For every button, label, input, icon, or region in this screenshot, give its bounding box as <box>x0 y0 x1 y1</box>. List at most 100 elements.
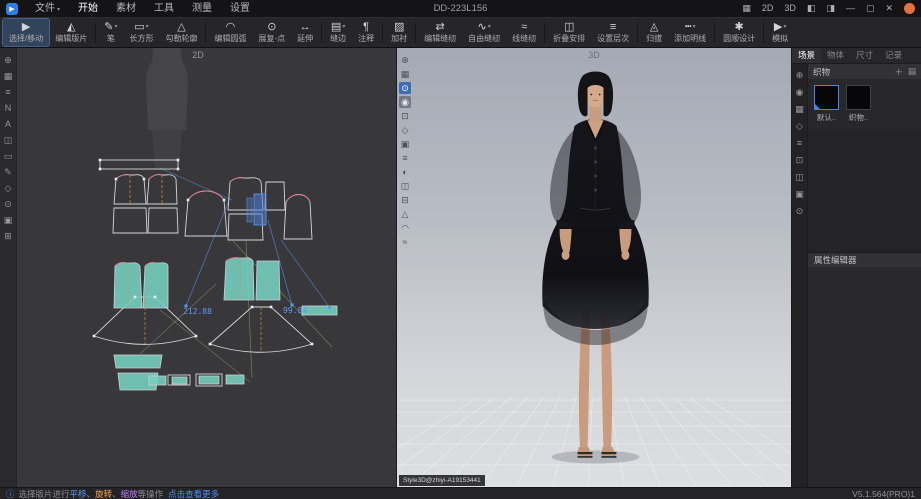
tool-勾勒轮廓[interactable]: △勾勒轮廓 <box>159 19 203 46</box>
menu-工具[interactable]: 工具 <box>145 0 183 17</box>
tool-编辑版片[interactable]: ◭编辑版片 <box>49 19 93 46</box>
fabric-3d-icon[interactable]: ◇ <box>399 124 411 136</box>
pattern-2d-view[interactable]: ⊕▦≡NA◫▭✎◇⊙▣⊞ 2D <box>0 48 396 487</box>
pose-icon[interactable]: △ <box>399 208 411 220</box>
tool-圆顺设计[interactable]: ✱圆顺设计 <box>717 19 761 46</box>
fabric-swatch[interactable] <box>846 85 871 110</box>
mirror-icon[interactable]: ◫ <box>2 134 15 146</box>
rightpanel-strip: ⊕ ◉ ▦ ◇ ≡ ⊡ ◫ ▣ ⊙ <box>792 64 808 487</box>
mirror-3d-icon[interactable]: ◫ <box>399 180 411 192</box>
main-area: ⊕▦≡NA◫▭✎◇⊙▣⊞ 2D <box>0 48 921 487</box>
tool-添加明线[interactable]: ┅▾添加明线 <box>668 19 712 46</box>
scene-fabric-icon[interactable]: ▦ <box>793 103 806 115</box>
tool-线缝纫[interactable]: ≈线缝纫 <box>506 19 542 46</box>
menu-开始[interactable]: 开始 <box>69 0 107 17</box>
pin-3d-icon[interactable]: ⊡ <box>399 110 411 122</box>
garment-3d-view[interactable]: 3D <box>396 48 791 487</box>
annotation-tool-icon[interactable]: A <box>2 118 15 130</box>
tool-模拟[interactable]: ▶▾模拟 <box>766 19 794 46</box>
tool-label: 设置层次 <box>597 34 629 44</box>
tool-缝边[interactable]: ▤▾缝边 <box>324 19 352 46</box>
tab-尺寸[interactable]: 尺寸 <box>850 48 879 63</box>
avatar-canvas[interactable] <box>397 48 791 487</box>
scene-camera-icon[interactable]: ◫ <box>793 171 806 183</box>
tool-归拔[interactable]: ◬归拔 <box>640 19 668 46</box>
hide-icon[interactable]: ⊟ <box>399 194 411 206</box>
tool-展复-点[interactable]: ⊙展复-点 <box>252 19 291 46</box>
tab-场景[interactable]: 场景 <box>792 48 821 63</box>
maximize-button[interactable]: ▢ <box>866 0 875 17</box>
app-logo-icon[interactable]: ▶ <box>6 3 18 15</box>
fabric-swatch[interactable] <box>814 85 839 110</box>
menu-文件[interactable]: 文件▾ <box>26 0 69 17</box>
tool-加衬[interactable]: ▨加衬 <box>385 19 413 46</box>
scene-light-icon[interactable]: ⊡ <box>793 154 806 166</box>
property-editor-body[interactable] <box>808 267 921 487</box>
layout-grid-icon[interactable]: ▦ <box>742 0 751 17</box>
edit-pattern-icon: ◭ <box>67 21 75 34</box>
scene-stitch-icon[interactable]: ≡ <box>793 137 806 149</box>
menu-设置[interactable]: 设置 <box>221 0 259 17</box>
pan-tool-icon[interactable]: ⊕ <box>2 54 15 66</box>
add-fabric-button[interactable]: ＋ <box>894 66 903 78</box>
fabric-view-toggle[interactable]: ▤ <box>908 66 916 78</box>
scene-misc-icon[interactable]: ⊙ <box>793 205 806 217</box>
tool-设置层次[interactable]: ≡设置层次 <box>591 19 635 46</box>
view-3d-button[interactable]: 3D <box>784 0 796 17</box>
status-text: 平移 <box>70 488 87 499</box>
layers-icon[interactable]: ⊞ <box>2 230 15 242</box>
fabric-swatch-item[interactable]: 默认.. <box>814 85 839 123</box>
tab-记录[interactable]: 记录 <box>879 48 908 63</box>
scene-trim-icon[interactable]: ◇ <box>793 120 806 132</box>
scene-avatar-icon[interactable]: ⊕ <box>793 69 806 81</box>
notch-icon[interactable]: N <box>2 102 15 114</box>
pattern-teal-pieces[interactable] <box>114 258 337 390</box>
select-3d-icon[interactable]: ⊕ <box>399 54 411 66</box>
fold-arrange-icon: ◫ <box>564 21 574 34</box>
tool-编辑圆弧[interactable]: ◠编辑圆弧 <box>208 19 252 46</box>
tool-自由缝纫[interactable]: ∿▾自由缝纫 <box>462 19 506 46</box>
tool-label: 延伸 <box>297 34 313 44</box>
pin-icon[interactable]: ⊙ <box>2 198 15 210</box>
minimize-button[interactable]: — <box>846 0 855 17</box>
wind-icon[interactable]: ≈ <box>399 236 411 248</box>
show-avatar-icon[interactable]: ⊙ <box>399 82 411 94</box>
tool-选择/移动[interactable]: ▶选择/移动 <box>3 19 49 46</box>
texture-3d-icon[interactable]: ▣ <box>399 138 411 150</box>
rect-select-icon[interactable]: ▭ <box>2 150 15 162</box>
texture-icon[interactable]: ▣ <box>2 214 15 226</box>
grid-snap-icon[interactable]: ▦ <box>2 70 15 82</box>
tab-物体[interactable]: 物体 <box>821 48 850 63</box>
pattern-nodes[interactable] <box>93 159 314 346</box>
scene-garment-icon[interactable]: ◉ <box>793 86 806 98</box>
tool-长方形[interactable]: ▭▾长方形 <box>123 19 159 46</box>
show-seam-icon[interactable]: ≡ <box>2 86 15 98</box>
seam-3d-icon[interactable]: ≡ <box>399 152 411 164</box>
tool-笔[interactable]: ✎▾笔 <box>98 19 123 46</box>
show-garment-icon[interactable]: ◉ <box>399 96 411 108</box>
close-button[interactable]: ✕ <box>885 0 893 17</box>
tool-编辑缝纫[interactable]: ⇄编辑缝纫 <box>418 19 462 46</box>
show-grid-icon[interactable]: ▦ <box>399 68 411 80</box>
pattern-selected-piece[interactable] <box>247 194 266 225</box>
see-more-link[interactable]: 点击查看更多 <box>168 488 219 499</box>
dart-icon[interactable]: ◇ <box>2 182 15 194</box>
pane-left-icon[interactable]: ◧ <box>807 0 816 17</box>
tool-注释[interactable]: ¶注释 <box>352 19 380 46</box>
view-2d-button[interactable]: 2D <box>762 0 774 17</box>
menu-测量[interactable]: 测量 <box>183 0 221 17</box>
pattern-canvas[interactable]: 212.88 99.84 <box>0 48 396 487</box>
fabric-swatch-item[interactable]: 织物.. <box>846 85 871 123</box>
scene-background-icon[interactable]: ▣ <box>793 188 806 200</box>
user-avatar[interactable] <box>904 3 915 14</box>
tool-延伸[interactable]: ↔延伸 <box>291 19 319 46</box>
menu-素材[interactable]: 素材 <box>107 0 145 17</box>
pen-tool-icon[interactable]: ✎ <box>2 166 15 178</box>
pane-right-icon[interactable]: ◨ <box>826 0 835 17</box>
scene-list-area[interactable] <box>808 129 921 252</box>
arc-3d-icon[interactable]: ◠ <box>399 222 411 234</box>
avatar[interactable] <box>542 72 648 464</box>
shading-icon[interactable]: ◐ <box>399 166 411 178</box>
interlining-icon: ▨ <box>394 21 404 34</box>
tool-折叠安排[interactable]: ◫折叠安排 <box>547 19 591 46</box>
